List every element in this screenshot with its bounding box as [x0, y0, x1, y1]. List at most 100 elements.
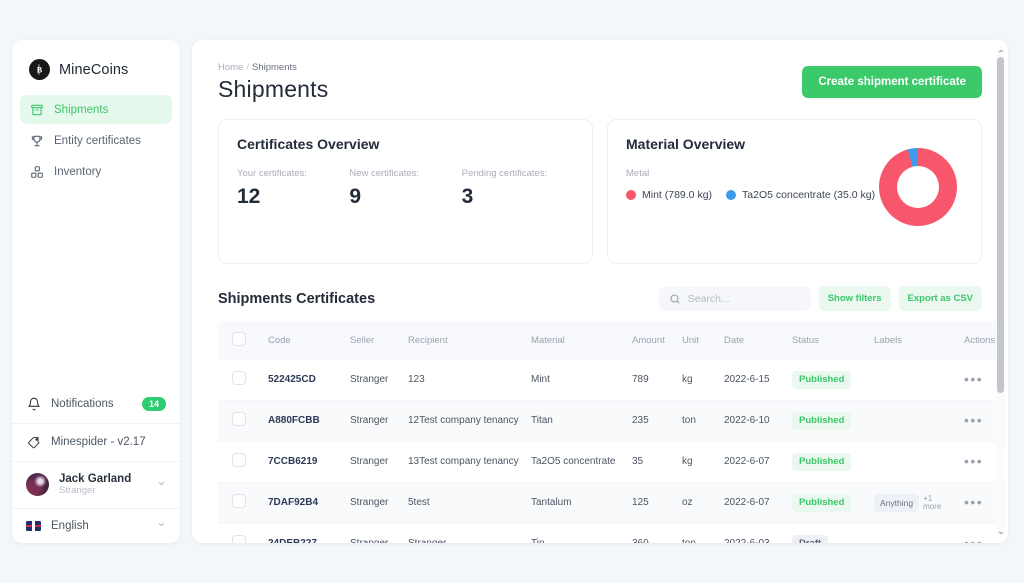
table-row[interactable]: A880FCBB Stranger 12Test company tenancy Ti… — [218, 400, 1006, 442]
legend-item[interactable]: Ta2O5 concentrate (35.0 kg) — [726, 189, 875, 201]
cell-status: Draft — [788, 523, 870, 543]
table-row[interactable]: 7CCB6219 Stranger 13Test company tenancy Ta… — [218, 441, 1006, 483]
cell-code[interactable]: A880FCBB — [264, 400, 346, 441]
cell-status: Published — [788, 400, 870, 441]
search-input[interactable] — [687, 292, 801, 305]
cell-status: Published — [788, 441, 870, 482]
cell-unit: oz — [682, 497, 693, 509]
scroll-down-arrow[interactable] — [996, 528, 1005, 537]
cell-status: Published — [788, 360, 870, 400]
row-checkbox[interactable] — [232, 494, 246, 509]
table-header: Code Seller Recipient Material Amount Un… — [218, 321, 1006, 360]
uk-flag-icon — [26, 521, 41, 531]
row-checkbox[interactable] — [232, 535, 246, 543]
svg-text:B: B — [37, 65, 43, 74]
cell-amount: 125 — [632, 497, 649, 509]
breadcrumb-home[interactable]: Home — [218, 62, 243, 73]
language-row[interactable]: English — [12, 508, 180, 543]
table-row[interactable]: 7DAF92B4 Stranger 5test Tantalum 125 oz 2022-6… — [218, 482, 1006, 524]
main-panel: Home / Shipments Shipments Create shipment… — [192, 40, 1008, 543]
breadcrumb-separator: / — [246, 62, 249, 73]
status-badge: Published — [792, 371, 852, 389]
export-as-csv-button[interactable]: Export as CSV — [898, 286, 982, 311]
scroll-up-arrow[interactable] — [996, 46, 1005, 55]
chevron-down-icon[interactable] — [157, 520, 166, 532]
cell-code[interactable]: 24DEB227 — [264, 523, 346, 543]
sidebar: B MineCoins Shipments Entity certificate… — [12, 40, 180, 543]
column-header-date[interactable]: Date — [720, 321, 788, 360]
certificates-stats: Your certificates: 12 New certificates: … — [237, 168, 574, 209]
column-header-status[interactable]: Status — [788, 321, 870, 360]
column-header-material[interactable]: Material — [527, 321, 628, 360]
cell-recipient: 13Test company tenancy — [408, 456, 519, 468]
sidebar-item-inventory[interactable]: Inventory — [20, 157, 172, 186]
status-badge: Draft — [792, 534, 829, 543]
brand-name: MineCoins — [59, 61, 129, 78]
sidebar-item-entity-certificates[interactable]: Entity certificates — [20, 126, 172, 155]
create-shipment-certificate-button[interactable]: Create shipment certificate — [802, 66, 982, 98]
row-checkbox[interactable] — [232, 453, 246, 468]
cell-seller: Stranger — [350, 456, 389, 468]
column-header-code[interactable]: Code — [264, 321, 346, 360]
sidebar-item-shipments[interactable]: Shipments — [20, 95, 172, 124]
vertical-scrollbar[interactable] — [996, 46, 1005, 537]
row-actions-button[interactable]: ••• — [964, 535, 983, 543]
app-root: B MineCoins Shipments Entity certificate… — [0, 0, 1024, 583]
column-header-recipient[interactable]: Recipient — [404, 321, 527, 360]
stat-new-certificates: New certificates: 9 — [349, 168, 461, 209]
cell-code[interactable]: 522425CD — [264, 360, 346, 400]
table-tools: Show filters Export as CSV — [658, 286, 982, 311]
cell-amount: 360 — [628, 523, 678, 543]
column-header-unit[interactable]: Unit — [678, 321, 720, 360]
select-all-checkbox[interactable] — [232, 332, 246, 346]
stat-label: Your certificates: — [237, 168, 307, 179]
stat-value: 9 — [349, 185, 362, 208]
user-row[interactable]: Jack Garland Stranger — [12, 460, 180, 508]
cell-labels — [870, 360, 960, 400]
cell-code[interactable]: 7CCB6219 — [264, 441, 346, 482]
cell-date: 2022-6-10 — [724, 415, 770, 427]
legend-item[interactable]: Mint (789.0 kg) — [626, 189, 712, 201]
table-row[interactable]: 522425CD Stranger 123 Mint 789 kg 2022-6-15 Pub… — [218, 360, 1006, 401]
scrollbar-thumb[interactable] — [997, 57, 1004, 393]
row-actions-button[interactable]: ••• — [964, 494, 983, 510]
column-header-amount[interactable]: Amount — [628, 321, 678, 360]
chevron-down-icon[interactable] — [157, 479, 166, 491]
stat-value: 3 — [461, 185, 474, 208]
shipments-icon — [29, 102, 44, 117]
row-actions-button[interactable]: ••• — [964, 412, 983, 428]
cell-recipient: 12Test company tenancy — [408, 415, 519, 427]
notifications-label: Notifications — [51, 398, 114, 411]
shipments-certificates-table: Code Seller Recipient Material Amount Un… — [218, 321, 1006, 543]
notifications-row[interactable]: Notifications 14 — [12, 386, 180, 423]
certificates-overview-title: Certificates Overview — [237, 136, 380, 152]
row-checkbox-cell — [218, 360, 264, 400]
version-row: Minespider - v2.17 — [12, 422, 180, 461]
user-role: Stranger — [59, 485, 96, 497]
row-checkbox[interactable] — [232, 371, 246, 386]
show-filters-button[interactable]: Show filters — [818, 286, 891, 311]
status-badge: Published — [792, 411, 852, 430]
row-actions-button[interactable]: ••• — [964, 453, 983, 469]
labels-more-text[interactable]: +1 more — [923, 494, 941, 512]
cell-seller: Stranger — [350, 415, 389, 427]
cell-code[interactable]: 7DAF92B4 — [264, 482, 346, 523]
cell-labels — [870, 441, 960, 482]
cell-status: Published — [788, 482, 870, 523]
stat-label: Pending certificates: — [461, 168, 548, 179]
material-donut-chart — [879, 148, 957, 226]
label-chip[interactable]: Anything — [874, 493, 920, 512]
column-header-labels[interactable]: Labels — [870, 321, 960, 360]
search-box[interactable] — [658, 286, 811, 311]
table-row[interactable]: 24DEB227StrangerStrangerTin360ton2022-6-… — [218, 523, 1006, 543]
row-actions-button[interactable]: ••• — [964, 371, 983, 387]
row-checkbox[interactable] — [232, 412, 246, 427]
column-header-seller[interactable]: Seller — [346, 321, 404, 360]
row-checkbox-cell — [218, 523, 264, 543]
cell-unit: ton — [678, 523, 720, 543]
version-label: Minespider - v2.17 — [51, 436, 146, 449]
cell-seller: Stranger — [350, 497, 389, 509]
sidebar-item-label: Shipments — [54, 103, 109, 116]
cell-material: Titan — [531, 415, 553, 427]
